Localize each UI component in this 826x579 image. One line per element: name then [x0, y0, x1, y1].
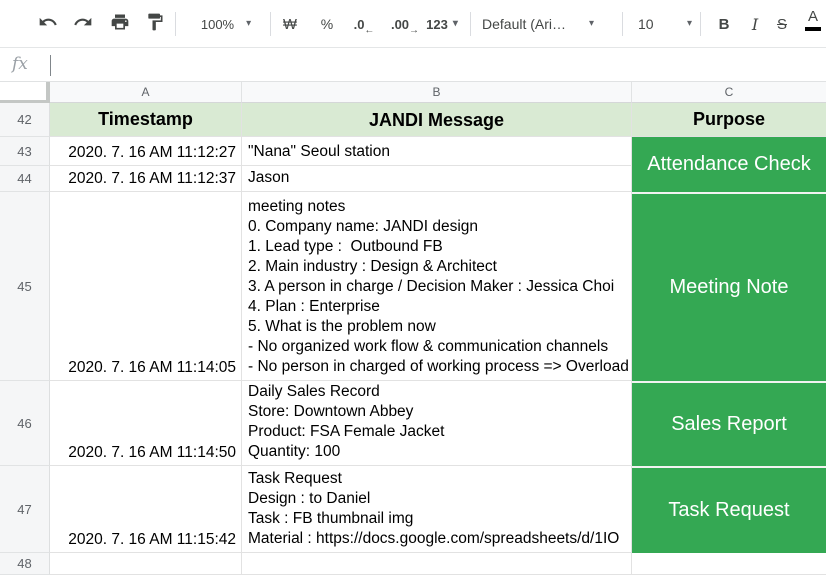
italic-button[interactable]: I [741, 0, 769, 48]
format-currency-button[interactable]: ₩ [276, 0, 304, 48]
cell-a48[interactable] [50, 553, 242, 575]
cell-a42-timestamp-header[interactable]: Timestamp [50, 103, 242, 137]
number-format-button[interactable]: 123 ▾ [416, 0, 468, 48]
cell-b43-message[interactable]: "Nana" Seoul station [242, 137, 632, 166]
percent-icon: % [321, 16, 333, 32]
row-header-44[interactable]: 44 [0, 166, 50, 192]
row-header-45[interactable]: 45 [0, 192, 50, 381]
text-color-swatch [805, 27, 821, 31]
toolbar-separator [700, 12, 701, 36]
formula-input[interactable] [58, 49, 818, 81]
cell-c42-purpose-header[interactable]: Purpose [632, 103, 826, 137]
redo-icon [73, 12, 93, 37]
bold-button[interactable]: B [710, 0, 738, 48]
redo-button[interactable] [69, 0, 97, 48]
decrease-decimal-icon: .0← [354, 17, 365, 32]
cell-c43-44-purpose[interactable]: Attendance Check [632, 137, 826, 192]
cell-b47-message[interactable]: Task Request Design : to Daniel Task : F… [242, 466, 632, 553]
chevron-down-icon: ▾ [453, 19, 458, 29]
cell-b46-message[interactable]: Daily Sales Record Store: Downtown Abbey… [242, 381, 632, 466]
toolbar-separator [175, 12, 176, 36]
column-header-c[interactable]: C [632, 82, 826, 103]
won-currency-icon: ₩ [283, 16, 297, 33]
decrease-decimal-button[interactable]: .0← [344, 0, 374, 48]
toolbar-separator [622, 12, 623, 36]
print-button[interactable] [106, 0, 134, 48]
chevron-down-icon: ▾ [246, 19, 251, 29]
number-format-label: 123 [426, 17, 448, 32]
select-all-corner[interactable] [0, 82, 50, 103]
column-header-a[interactable]: A [50, 82, 242, 103]
formula-cursor [50, 55, 51, 76]
undo-icon [38, 12, 58, 37]
spreadsheet-grid: A B C 42 Timestamp JANDI Message Purpose… [0, 82, 826, 579]
cell-c48[interactable] [632, 553, 826, 575]
cell-c47-purpose[interactable]: Task Request [632, 466, 826, 553]
font-family-select[interactable]: Default (Ari… ▾ [482, 0, 594, 48]
paint-roller-icon [145, 12, 165, 37]
strikethrough-icon: S [777, 16, 787, 33]
chevron-down-icon: ▾ [687, 19, 692, 29]
formula-fx-label: fx [12, 54, 28, 74]
undo-button[interactable] [34, 0, 62, 48]
format-percent-button[interactable]: % [313, 0, 341, 48]
row-header-47[interactable]: 47 [0, 466, 50, 553]
cell-a45-timestamp[interactable]: 2020. 7. 16 AM 11:14:05 [50, 192, 242, 381]
text-color-button[interactable]: A [798, 0, 826, 48]
paint-format-button[interactable] [141, 0, 169, 48]
cell-c45-purpose[interactable]: Meeting Note [632, 192, 826, 381]
increase-decimal-icon: .00→ [391, 17, 409, 32]
font-family-value: Default (Ari… [482, 16, 566, 32]
row-header-42[interactable]: 42 [0, 103, 50, 137]
increase-decimal-button[interactable]: .00→ [382, 0, 418, 48]
font-size-value: 10 [630, 16, 654, 32]
cell-b42-message-header[interactable]: JANDI Message [242, 103, 632, 137]
toolbar-separator [470, 12, 471, 36]
cell-b48[interactable] [242, 553, 632, 575]
row-header-48[interactable]: 48 [0, 553, 50, 575]
italic-icon: I [752, 15, 758, 34]
row-header-43[interactable]: 43 [0, 137, 50, 166]
cell-a44-timestamp[interactable]: 2020. 7. 16 AM 11:12:37 [50, 166, 242, 192]
chevron-down-icon: ▾ [589, 19, 594, 29]
font-size-select[interactable]: 10 ▾ [630, 0, 692, 48]
column-header-b[interactable]: B [242, 82, 632, 103]
cell-b44-message[interactable]: Jason [242, 166, 632, 192]
print-icon [110, 12, 130, 37]
toolbar-separator [270, 12, 271, 36]
formula-bar: fx [0, 49, 826, 82]
row-header-46[interactable]: 46 [0, 381, 50, 466]
toolbar: 100% ▾ ₩ % .0← .00→ 123 ▾ Default (Ari… … [0, 0, 826, 48]
cell-b45-message[interactable]: meeting notes 0. Company name: JANDI des… [242, 192, 632, 381]
cell-a46-timestamp[interactable]: 2020. 7. 16 AM 11:14:50 [50, 381, 242, 466]
cell-a47-timestamp[interactable]: 2020. 7. 16 AM 11:15:42 [50, 466, 242, 553]
bold-icon: B [719, 16, 730, 33]
google-sheets-app: 100% ▾ ₩ % .0← .00→ 123 ▾ Default (Ari… … [0, 0, 826, 579]
cell-c46-purpose[interactable]: Sales Report [632, 381, 826, 466]
strikethrough-button[interactable]: S [768, 0, 796, 48]
zoom-select[interactable]: 100% ▾ [183, 0, 269, 48]
cell-a43-timestamp[interactable]: 2020. 7. 16 AM 11:12:27 [50, 137, 242, 166]
zoom-value: 100% [201, 17, 234, 32]
text-color-icon: A [808, 8, 818, 25]
